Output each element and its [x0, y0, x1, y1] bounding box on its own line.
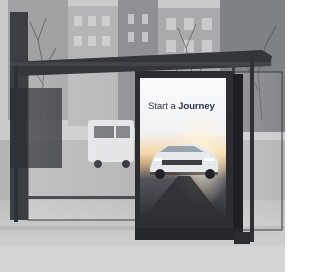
ad-headline-emphasis: Journey: [178, 101, 215, 112]
bus-stop-scene: Start a Journey: [0, 0, 285, 272]
ad-headline: Start a Journey: [148, 101, 228, 112]
bus-stop-photo: [0, 0, 285, 272]
shelter-post-left: [14, 66, 18, 222]
shelter-bench-rail: [28, 196, 136, 199]
ad-screen: [140, 78, 226, 222]
ad-headline-prefix: Start a: [148, 101, 176, 112]
shelter-post-right: [250, 56, 254, 242]
